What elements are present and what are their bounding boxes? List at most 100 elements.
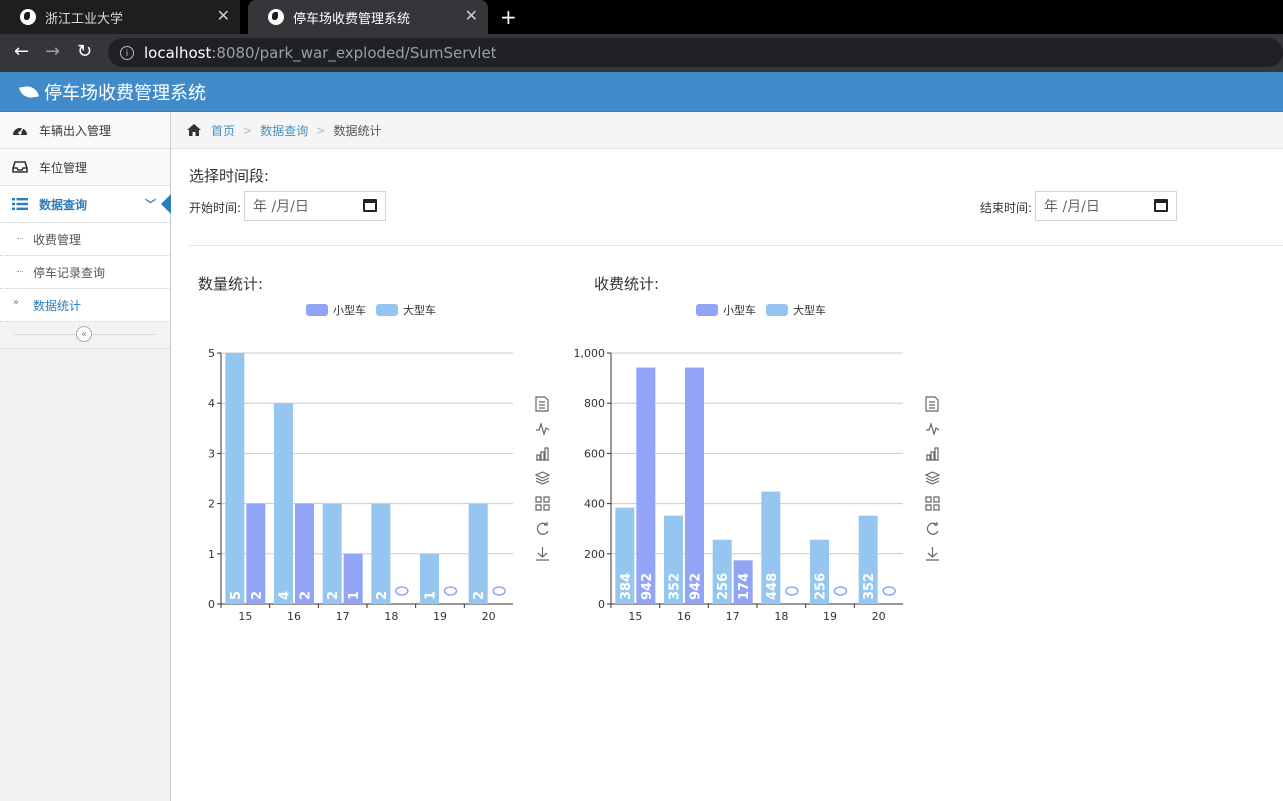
stack-icon[interactable] [534, 471, 551, 485]
y-tick-label: 0 [598, 598, 605, 611]
bar [636, 367, 656, 604]
breadcrumb-separator: > [243, 123, 253, 137]
download-icon[interactable] [926, 547, 939, 561]
restore-icon[interactable] [536, 522, 549, 535]
new-tab-icon[interactable]: + [500, 5, 517, 29]
bar-chart-icon[interactable] [536, 447, 549, 461]
sidebar-item-data-query[interactable]: 数据查询 ﹀ [0, 186, 171, 223]
y-tick-label: 400 [584, 498, 605, 511]
start-date-input[interactable]: 年 /月/日 [244, 191, 386, 221]
data-label: 2 [375, 591, 390, 600]
tiled-icon[interactable] [535, 496, 550, 511]
y-tick-label: 5 [208, 347, 215, 360]
data-label: 942 [640, 573, 655, 600]
divider [189, 245, 1283, 246]
x-tick-label: 20 [872, 610, 886, 623]
end-date-input[interactable]: 年 /月/日 [1035, 191, 1177, 221]
download-icon[interactable] [536, 547, 549, 561]
sidebar-subitem-statistics[interactable]: » 数据统计 [0, 289, 170, 322]
line-chart-icon-path [536, 422, 550, 436]
data-label: 448 [765, 573, 780, 600]
close-tab-icon[interactable]: ✕ [465, 8, 478, 24]
data-label: 5 [229, 591, 244, 600]
globe-icon [268, 9, 284, 25]
empty-value-marker [833, 586, 848, 596]
collapse-sidebar-icon[interactable]: « [76, 326, 92, 342]
legend-label: 大型车 [793, 303, 826, 317]
stack-icon-path [534, 471, 551, 485]
y-tick-label: 4 [208, 397, 215, 410]
bar [295, 503, 314, 604]
legend-label: 小型车 [723, 303, 756, 317]
line-chart-icon[interactable] [926, 422, 940, 436]
empty-value-marker [785, 586, 799, 596]
x-tick-label: 19 [433, 610, 447, 623]
leaf-icon [19, 84, 39, 99]
y-tick-label: 600 [584, 447, 605, 460]
data-label: 2 [472, 591, 487, 600]
restore-icon[interactable] [926, 522, 939, 535]
x-tick-label: 17 [726, 610, 740, 623]
dashboard-icon [13, 127, 27, 135]
sidebar-subitem-fee-management[interactable]: 收费管理 [0, 223, 170, 256]
home-icon[interactable] [187, 124, 201, 136]
tiled-icon-path [925, 496, 940, 511]
bar-chart-icon[interactable] [926, 447, 939, 461]
empty-value-marker [492, 586, 506, 596]
y-tick-label: 3 [208, 447, 215, 460]
sidebar-subitem-parking-records[interactable]: 停车记录查询 [0, 256, 170, 289]
data-label: 174 [737, 573, 752, 600]
data-label: 256 [814, 573, 829, 600]
stack-icon[interactable] [924, 471, 941, 485]
sidebar-item-label: 数据查询 [39, 197, 88, 212]
site-info-icon[interactable]: i [120, 45, 134, 60]
data-label: 1 [424, 591, 439, 600]
y-tick-label: 1 [208, 548, 215, 561]
sidebar: 车辆出入管理 车位管理 数据查询 ﹀ 收费管理 停车记录查询 » 数据统计 « [0, 112, 171, 801]
legend-label: 大型车 [403, 303, 436, 317]
x-tick-label: 15 [238, 610, 252, 623]
app-title[interactable]: 停车场收费管理系统 [44, 79, 206, 105]
forward-icon[interactable]: → [45, 42, 60, 62]
y-tick-label: 200 [584, 548, 605, 561]
legend-label: 小型车 [333, 303, 366, 317]
sidebar-item-space-management[interactable]: 车位管理 [0, 149, 170, 186]
tiled-icon-path [535, 496, 550, 511]
tree-dash [17, 271, 23, 272]
sidebar-item-vehicle-access[interactable]: 车辆出入管理 [0, 112, 170, 149]
url-field[interactable]: i localhost:8080/park_war_exploded/SumSe… [108, 38, 1283, 67]
sidebar-subitem-label: 数据统计 [33, 298, 82, 313]
data-label: 2 [299, 591, 314, 600]
date-placeholder: 年 /月/日 [1044, 199, 1100, 215]
double-angle-right-icon: » [13, 297, 20, 308]
data-view-icon[interactable] [535, 396, 549, 412]
back-icon[interactable]: ← [14, 42, 29, 62]
globe-icon [20, 9, 36, 25]
data-view-icon-path [535, 396, 549, 412]
y-tick-label: 1,000 [574, 347, 606, 360]
fee-chart: 小型车 大型车 0 200 400 600 800 1,000 15 384 942 16 352 942… [574, 303, 941, 623]
legend-swatch [306, 304, 328, 316]
reload-icon[interactable]: ↻ [77, 42, 92, 62]
browser-tab-zjut[interactable]: 浙江工业大学 ✕ [0, 0, 240, 34]
y-tick-label: 0 [208, 598, 215, 611]
legend-swatch [766, 304, 788, 316]
tree-dash [17, 238, 23, 239]
data-label: 1 [347, 591, 362, 600]
browser-tab-parking[interactable]: 停车场收费管理系统 ✕ [248, 0, 488, 34]
breadcrumb: 首页 > 数据查询 > 数据统计 [171, 112, 1283, 149]
x-tick-label: 18 [774, 610, 788, 623]
data-label: 942 [689, 573, 704, 600]
empty-value-marker [882, 586, 896, 596]
data-label: 4 [278, 591, 293, 600]
tiled-icon[interactable] [925, 496, 940, 511]
data-view-icon[interactable] [925, 396, 939, 412]
calendar-icon[interactable] [1154, 199, 1168, 212]
close-tab-icon[interactable]: ✕ [217, 8, 230, 24]
breadcrumb-home[interactable]: 首页 [211, 122, 235, 139]
bar [322, 503, 342, 604]
line-chart-icon[interactable] [536, 422, 550, 436]
calendar-icon[interactable] [363, 199, 377, 212]
data-label: 352 [862, 573, 877, 600]
breadcrumb-data-query[interactable]: 数据查询 [260, 122, 308, 139]
